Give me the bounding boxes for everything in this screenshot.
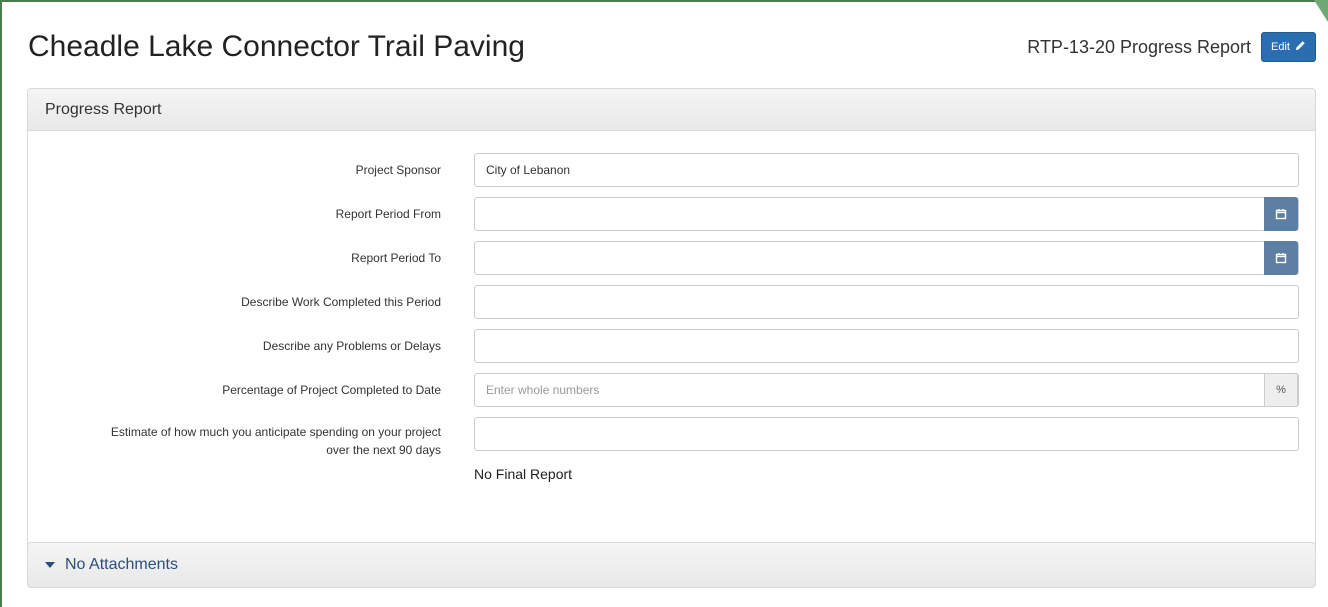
field-label-line: over the next 90 days bbox=[326, 443, 441, 457]
page-title: Cheadle Lake Connector Trail Paving bbox=[28, 30, 525, 63]
project-sponsor-input[interactable]: City of Lebanon bbox=[474, 153, 1299, 187]
attachments-label: No Attachments bbox=[65, 556, 178, 573]
field-label: Report Period To bbox=[351, 251, 441, 265]
field-label: Report Period From bbox=[335, 207, 441, 221]
progress-report-panel: Progress Report Project Sponsor City of … bbox=[27, 88, 1316, 550]
calendar-icon[interactable] bbox=[1264, 241, 1298, 275]
input-placeholder: Enter whole numbers bbox=[486, 383, 600, 397]
report-period-from-input[interactable] bbox=[474, 197, 1299, 231]
input-value: City of Lebanon bbox=[486, 163, 571, 177]
panel-heading: Progress Report bbox=[28, 89, 1315, 131]
field-label: Describe any Problems or Delays bbox=[262, 339, 441, 353]
report-reference: RTP-13-20 Progress Report bbox=[1027, 36, 1252, 57]
edit-button-label: Edit bbox=[1271, 41, 1290, 53]
field-label: Estimate of how much you anticipate spen… bbox=[111, 423, 441, 459]
field-label: Describe Work Completed this Period bbox=[241, 295, 441, 309]
edit-button[interactable]: Edit bbox=[1261, 32, 1316, 62]
problems-delays-input[interactable] bbox=[474, 329, 1299, 363]
report-period-to-input[interactable] bbox=[474, 241, 1299, 275]
caret-down-icon bbox=[45, 556, 55, 574]
header-actions: RTP-13-20 Progress Report Edit bbox=[1027, 32, 1316, 62]
attachments-toggle[interactable]: No Attachments bbox=[27, 542, 1316, 588]
callout-pointer bbox=[1314, 0, 1328, 22]
panel-body: Project Sponsor City of Lebanon Report P… bbox=[28, 131, 1315, 549]
field-label: Percentage of Project Completed to Date bbox=[222, 383, 441, 397]
field-label: Project Sponsor bbox=[355, 163, 441, 177]
pencil-icon bbox=[1295, 40, 1306, 54]
percentage-completed-input[interactable]: Enter whole numbers % bbox=[474, 373, 1299, 407]
calendar-icon[interactable] bbox=[1264, 197, 1298, 231]
percent-addon: % bbox=[1264, 373, 1298, 407]
spending-estimate-input[interactable] bbox=[474, 417, 1299, 451]
final-report-status: No Final Report bbox=[474, 466, 573, 482]
work-completed-input[interactable] bbox=[474, 285, 1299, 319]
field-label-line: Estimate of how much you anticipate spen… bbox=[110, 425, 441, 439]
